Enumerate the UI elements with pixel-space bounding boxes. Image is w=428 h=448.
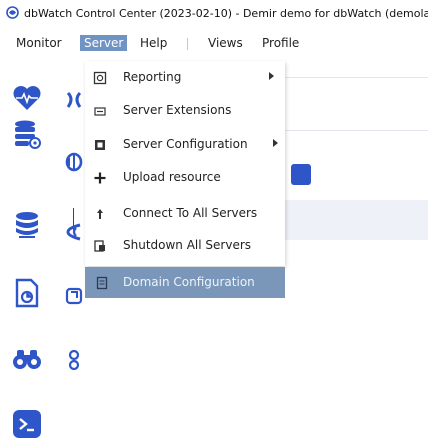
- terminal-icon[interactable]: [11, 408, 43, 440]
- app-logo-icon: [6, 6, 19, 19]
- heart-monitor-icon: [66, 91, 82, 108]
- menu-item-label: Server Configuration: [123, 137, 248, 151]
- sidebar: [0, 60, 55, 448]
- report-icon: [93, 71, 107, 85]
- report-file-icon[interactable]: [11, 277, 43, 309]
- server-menu-dropdown: Reporting Server Extensions Server Confi…: [85, 61, 285, 266]
- menu-item-label: Server Extensions: [123, 103, 232, 117]
- menu-separator: [187, 38, 188, 50]
- menu-item-label: Reporting: [123, 70, 182, 84]
- menu-help[interactable]: Help: [136, 35, 171, 51]
- database-settings-icon[interactable]: [11, 118, 43, 150]
- menu-server[interactable]: Server: [80, 35, 128, 51]
- menu-bar: Monitor Server Help Views Profile: [0, 32, 428, 54]
- menu-item-label: Shutdown All Servers: [123, 238, 252, 252]
- connect-icon: [97, 209, 103, 219]
- menu-profile[interactable]: Profile: [258, 35, 303, 51]
- menu-item-server-configuration[interactable]: Server Configuration: [85, 133, 285, 157]
- database-settings-icon: [65, 152, 83, 172]
- submenu-arrow-icon: [269, 72, 274, 80]
- menu-item-label: Connect To All Servers: [123, 206, 258, 220]
- submenu-arrow-icon: [273, 139, 278, 147]
- menu-item-label: Domain Configuration: [123, 275, 255, 289]
- database-connect-icon[interactable]: [11, 208, 43, 240]
- background-divider: [285, 77, 428, 78]
- background-divider: [285, 130, 428, 131]
- menu-item-upload-resource[interactable]: Upload resource: [85, 166, 285, 190]
- report-file-icon: [65, 287, 83, 305]
- menu-monitor[interactable]: Monitor: [12, 35, 66, 51]
- database-connect-icon: [66, 223, 81, 241]
- menu-item-reporting[interactable]: Reporting: [85, 66, 285, 90]
- menu-item-domain-configuration[interactable]: Domain Configuration: [85, 267, 285, 298]
- menu-item-connect-all-servers[interactable]: Connect To All Servers: [85, 202, 285, 226]
- binoculars-icon[interactable]: [11, 342, 43, 374]
- background-selection: [278, 200, 428, 240]
- configuration-icon: [95, 140, 105, 150]
- heart-monitor-icon[interactable]: [11, 82, 43, 114]
- menu-views[interactable]: Views: [204, 35, 247, 51]
- plus-icon: [94, 172, 106, 184]
- menu-item-shutdown-all-servers[interactable]: Shutdown All Servers: [85, 234, 285, 258]
- rotated-icon-column: [64, 60, 86, 448]
- title-bar: dbWatch Control Center (2023-02-10) - De…: [0, 0, 428, 26]
- menu-item-server-extensions[interactable]: Server Extensions: [85, 99, 285, 123]
- binoculars-icon: [68, 350, 80, 370]
- extensions-icon: [94, 107, 106, 116]
- background-badge[interactable]: [291, 164, 311, 185]
- shutdown-icon: [94, 240, 105, 252]
- window-title: dbWatch Control Center (2023-02-10) - De…: [24, 7, 428, 20]
- domain-icon: [96, 276, 108, 290]
- menu-item-label: Upload resource: [123, 170, 221, 184]
